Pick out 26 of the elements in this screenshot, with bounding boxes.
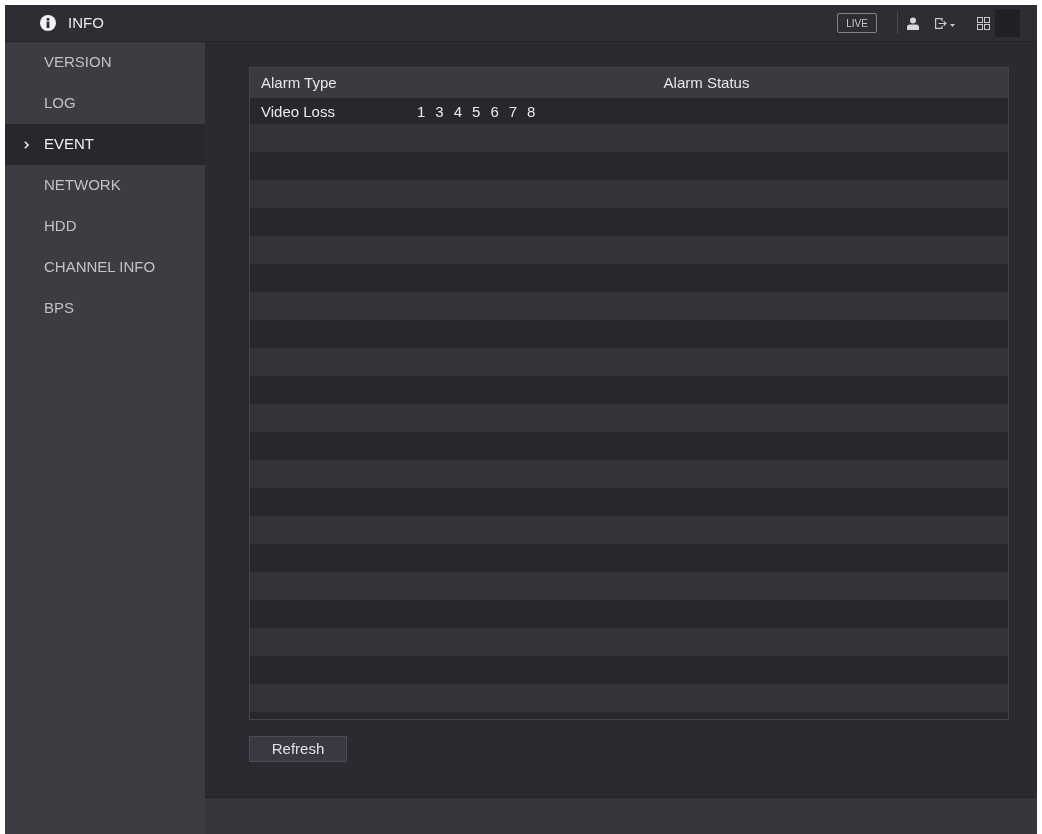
sidebar-item[interactable]: LOG — [5, 83, 205, 124]
channel-number: 7 — [508, 101, 518, 122]
column-header: Alarm Status — [663, 72, 750, 93]
channel-number: 5 — [472, 101, 481, 122]
grid-icon[interactable] — [977, 16, 990, 30]
channel-number: 3 — [435, 101, 444, 122]
column-header: Alarm Type — [261, 74, 337, 91]
info-icon — [40, 15, 56, 31]
channel-number: 6 — [490, 101, 499, 122]
sidebar-item[interactable]: HDD — [5, 206, 205, 247]
channel-number: 8 — [527, 101, 536, 122]
window-title: INFO — [68, 12, 104, 33]
sidebar-item[interactable]: EVENT — [5, 124, 205, 165]
sidebar-item[interactable]: CHANNEL INFO — [5, 247, 205, 288]
exit-arrow-icon[interactable] — [935, 17, 947, 29]
sidebar-item[interactable]: NETWORK — [5, 165, 205, 206]
user-icon[interactable] — [907, 16, 919, 30]
sidebar-item[interactable]: BPS — [5, 288, 205, 329]
caret-icon[interactable] — [950, 24, 955, 27]
channel-number: 4 — [453, 101, 463, 122]
refresh-button[interactable]: Refresh — [249, 736, 347, 762]
live-button[interactable]: LIVE — [837, 13, 877, 33]
table-cell: Video Loss — [261, 103, 335, 120]
chevron-icon — [24, 140, 29, 149]
sidebar-item[interactable]: VERSION — [5, 42, 205, 83]
channel-number: 1 — [417, 101, 426, 122]
